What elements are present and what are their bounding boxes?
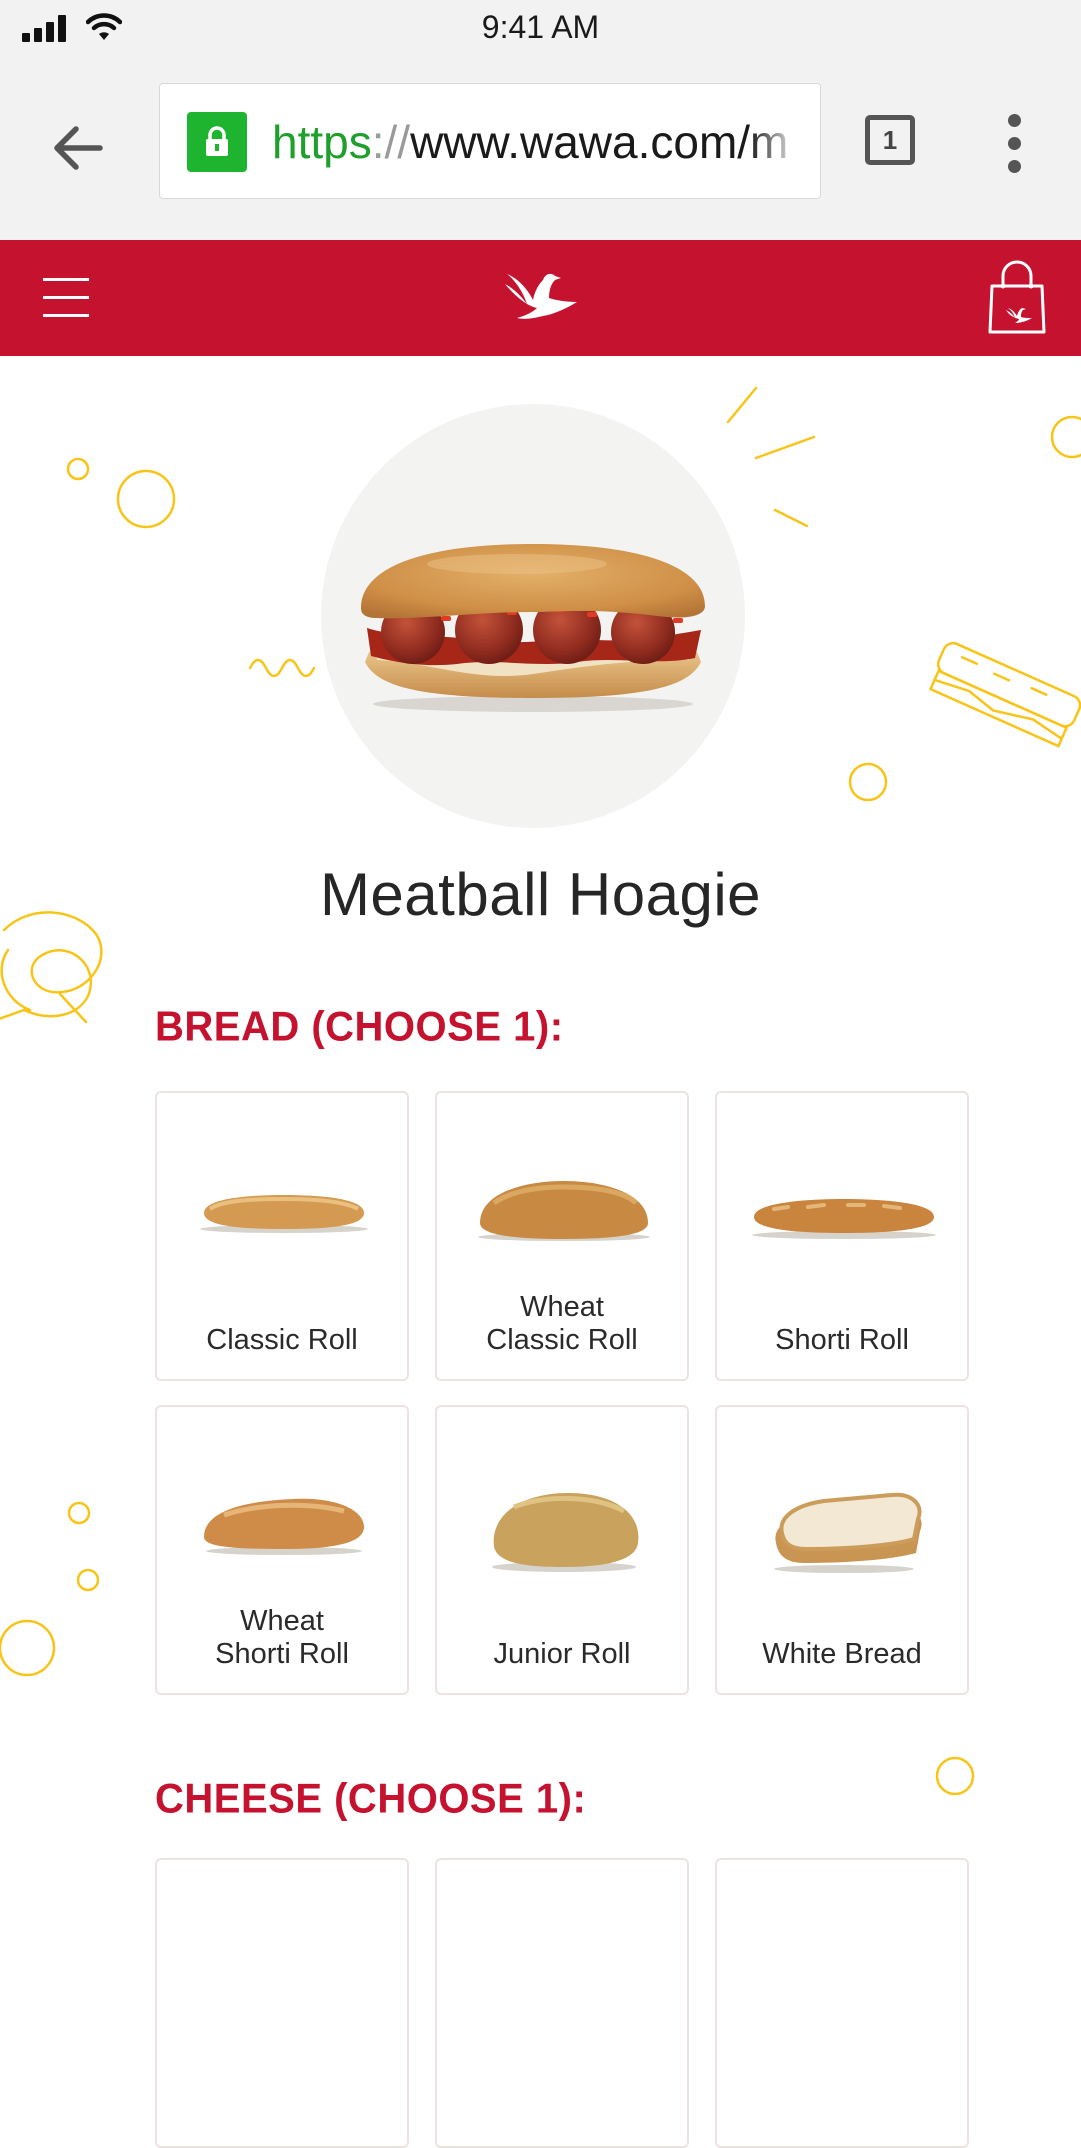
url-separator: :// <box>371 116 411 168</box>
product-title: Meatball Hoagie <box>319 861 762 928</box>
option-label: Wheat Shorti Roll <box>215 1605 349 1670</box>
url-scheme: https <box>272 116 372 168</box>
status-time: 9:41 AM <box>481 9 600 45</box>
tab-switcher-button[interactable]: 1 <box>865 115 915 165</box>
junior-roll-image <box>492 1493 639 1572</box>
bread-option-shorti-roll[interactable]: Shorti Roll <box>715 1091 969 1381</box>
bread-option-classic-roll[interactable]: Classic Roll <box>155 1091 409 1381</box>
option-label: Shorti Roll <box>775 1324 909 1356</box>
arrow-left-icon <box>54 126 103 170</box>
back-button[interactable] <box>42 112 114 184</box>
cheese-section-heading: CHEESE (CHOOSE 1): <box>155 1775 587 1823</box>
option-label: Wheat Classic Roll <box>486 1291 638 1356</box>
cheese-option-card[interactable] <box>435 1858 689 2148</box>
bread-option-junior-roll[interactable]: Junior Roll <box>435 1405 689 1695</box>
option-label: Junior Roll <box>493 1638 631 1670</box>
cheese-option-card[interactable] <box>155 1858 409 2148</box>
lock-icon <box>187 112 247 172</box>
option-label: White Bread <box>762 1638 922 1670</box>
url-fade <box>750 84 820 198</box>
classic-roll-image <box>200 1195 368 1233</box>
browser-toolbar: https://www.wawa.com/m 1 <box>0 56 1081 240</box>
bread-option-wheat-shorti-roll[interactable]: Wheat Shorti Roll <box>155 1405 409 1695</box>
bread-option-wheat-classic-roll[interactable]: Wheat Classic Roll <box>435 1091 689 1381</box>
more-dot-icon <box>1008 137 1021 150</box>
bread-option-white-bread[interactable]: White Bread <box>715 1405 969 1695</box>
shorti-roll-image <box>752 1199 936 1239</box>
address-bar[interactable]: https://www.wawa.com/m <box>159 83 821 199</box>
site-header <box>0 240 1081 356</box>
wheat-shorti-roll-image <box>204 1498 364 1555</box>
cheese-option-card[interactable] <box>715 1858 969 2148</box>
url-host: www.wawa.com/m <box>410 116 789 168</box>
white-bread-image <box>774 1492 922 1573</box>
status-bar: 9:41 AM <box>0 0 1081 56</box>
option-label: Classic Roll <box>206 1324 358 1356</box>
wheat-classic-roll-image <box>478 1181 650 1241</box>
meatball-hoagie-image <box>361 544 705 712</box>
wawa-goose-logo[interactable] <box>503 270 579 322</box>
hamburger-menu-button[interactable] <box>43 276 89 320</box>
more-dot-icon <box>1008 160 1021 173</box>
url-text: https://www.wawa.com/m <box>272 116 788 168</box>
more-options-button[interactable] <box>995 114 1035 174</box>
bread-section-heading: BREAD (CHOOSE 1): <box>155 1003 564 1051</box>
tab-count: 1 <box>882 124 898 155</box>
shopping-bag-icon[interactable] <box>986 260 1048 336</box>
more-dot-icon <box>1008 114 1021 127</box>
